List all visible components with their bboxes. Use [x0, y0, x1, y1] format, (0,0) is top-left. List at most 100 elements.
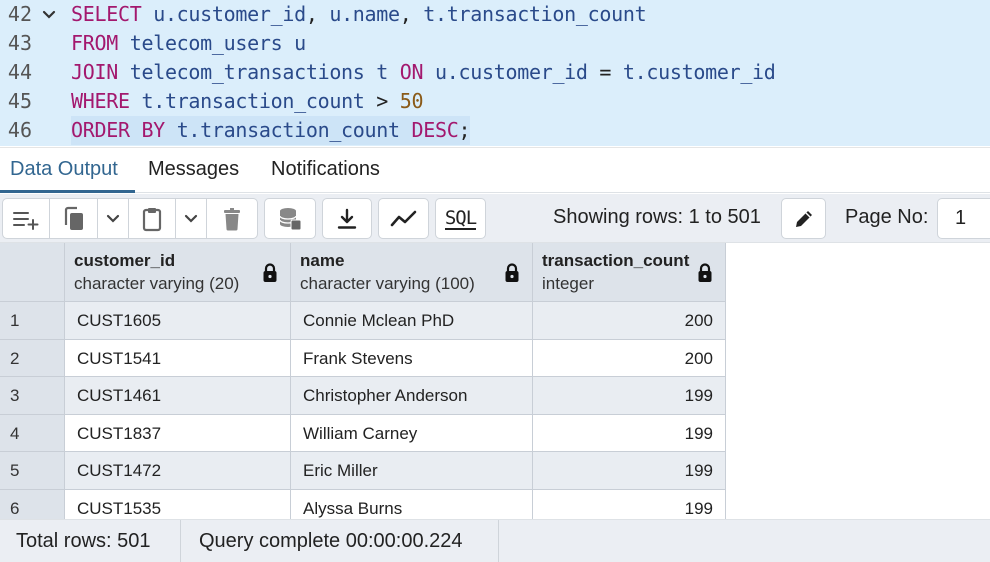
- edit-button[interactable]: [782, 199, 825, 238]
- cell-transaction-count[interactable]: 199: [533, 414, 726, 452]
- table-row[interactable]: 4 CUST1837 William Carney 199: [0, 414, 726, 452]
- cell-name[interactable]: Alyssa Burns: [291, 489, 533, 519]
- code-token: t.transaction_count: [423, 2, 647, 26]
- line-number: 42: [7, 2, 32, 26]
- save-group: [264, 198, 316, 239]
- cell-customer-id[interactable]: CUST1461: [65, 377, 291, 415]
- page-number-label: Page No:: [845, 206, 929, 228]
- row-number[interactable]: 1: [0, 302, 65, 340]
- table-row[interactable]: 2 CUST1541 Frank Stevens 200: [0, 339, 726, 377]
- copy-icon: [64, 206, 83, 230]
- code-line[interactable]: 43 FROM telecom_users u: [0, 29, 990, 58]
- column-header-transaction-count[interactable]: transaction_count integer: [533, 243, 726, 302]
- paste-button[interactable]: [129, 199, 176, 238]
- code-line[interactable]: 44 JOIN telecom_transactions t ON u.custo…: [0, 58, 990, 87]
- cell-name[interactable]: Eric Miller: [291, 452, 533, 490]
- download-group: [322, 198, 372, 239]
- code-token: WHERE: [71, 89, 130, 113]
- edit-icon: [795, 210, 812, 227]
- code-token: telecom_transactions: [129, 60, 365, 84]
- code-line[interactable]: 46 ORDER BY t.transaction_count DESC;: [0, 116, 990, 145]
- fold-chevron-icon[interactable]: [39, 0, 59, 29]
- code-line[interactable]: 42 SELECT u.customer_id, u.name, t.transa…: [0, 0, 990, 29]
- cell-customer-id[interactable]: CUST1472: [65, 452, 291, 490]
- lock-icon: [505, 263, 519, 282]
- copy-options-dropdown[interactable]: [98, 199, 129, 238]
- column-header-customer-id[interactable]: customer_id character varying (20): [65, 243, 291, 302]
- row-number[interactable]: 3: [0, 377, 65, 415]
- save-data-button[interactable]: [265, 199, 315, 238]
- cell-transaction-count[interactable]: 200: [533, 339, 726, 377]
- tab-messages[interactable]: Messages: [148, 158, 239, 181]
- cell-name[interactable]: Christopher Anderson: [291, 377, 533, 415]
- results-tabs: Data Output Messages Notifications: [0, 147, 990, 193]
- column-type: character varying (100): [300, 274, 475, 293]
- copy-button[interactable]: [50, 199, 98, 238]
- table-row[interactable]: 6 CUST1535 Alyssa Burns 199: [0, 489, 726, 519]
- status-bar: Total rows: 501 Query complete 00:00:00.…: [0, 519, 990, 562]
- code-token: ON: [399, 60, 424, 84]
- code-text: JOIN telecom_transactions t ON u.custome…: [71, 58, 776, 87]
- cell-transaction-count[interactable]: 199: [533, 489, 726, 519]
- cell-customer-id[interactable]: CUST1535: [65, 489, 291, 519]
- code-token: telecom_users: [129, 31, 283, 55]
- code-token: t.transaction_count: [141, 89, 365, 113]
- code-text: WHERE t.transaction_count > 50: [71, 87, 424, 116]
- edit-group: [781, 198, 826, 239]
- sql-button[interactable]: SQL: [436, 199, 485, 238]
- row-number[interactable]: 5: [0, 452, 65, 490]
- download-icon: [337, 208, 357, 229]
- code-token: t: [376, 60, 389, 84]
- row-number[interactable]: 6: [0, 489, 65, 519]
- table-row[interactable]: 5 CUST1472 Eric Miller 199: [0, 452, 726, 490]
- delete-row-button[interactable]: [207, 199, 257, 238]
- sql-editor[interactable]: 42 SELECT u.customer_id, u.name, t.transa…: [0, 0, 990, 146]
- table-row[interactable]: 3 CUST1461 Christopher Anderson 199: [0, 377, 726, 415]
- code-token: ;: [458, 118, 471, 142]
- code-line[interactable]: 45 WHERE t.transaction_count > 50: [0, 87, 990, 116]
- code-token: t.transaction_count: [176, 118, 400, 142]
- cell-name[interactable]: William Carney: [291, 414, 533, 452]
- rows-info-text: Showing rows: 1 to 501: [553, 206, 761, 228]
- row-number[interactable]: 4: [0, 414, 65, 452]
- table-row[interactable]: 1 CUST1605 Connie Mclean PhD 200: [0, 302, 726, 340]
- code-token: u.customer_id: [435, 60, 588, 84]
- line-number: 46: [7, 118, 32, 142]
- cell-customer-id[interactable]: CUST1837: [65, 414, 291, 452]
- graph-visualiser-button[interactable]: [379, 199, 428, 238]
- column-header-name[interactable]: name character varying (100): [291, 243, 533, 302]
- paste-options-dropdown[interactable]: [176, 199, 207, 238]
- column-name: name: [300, 251, 345, 270]
- cell-name[interactable]: Connie Mclean PhD: [291, 302, 533, 340]
- code-token: JOIN: [71, 60, 118, 84]
- row-number[interactable]: 2: [0, 339, 65, 377]
- cell-transaction-count[interactable]: 200: [533, 302, 726, 340]
- code-text: FROM telecom_users u: [71, 29, 306, 58]
- cell-name[interactable]: Frank Stevens: [291, 339, 533, 377]
- page-number-input[interactable]: 1: [937, 198, 990, 239]
- grid-corner-cell[interactable]: [0, 243, 65, 302]
- cell-customer-id[interactable]: CUST1605: [65, 302, 291, 340]
- code-token: u.customer_id: [153, 2, 306, 26]
- delete-icon: [224, 207, 240, 230]
- chevron-down-icon: [106, 214, 120, 223]
- column-name: customer_id: [74, 251, 176, 270]
- tab-data-output[interactable]: Data Output: [10, 158, 118, 181]
- tab-notifications[interactable]: Notifications: [271, 158, 380, 181]
- sql-group: SQL: [435, 198, 486, 239]
- save-data-icon: [279, 207, 302, 230]
- graph-icon: [390, 210, 416, 226]
- download-button[interactable]: [323, 199, 371, 238]
- cell-transaction-count[interactable]: 199: [533, 452, 726, 490]
- add-row-button[interactable]: [3, 199, 50, 238]
- line-number: 45: [7, 89, 32, 113]
- active-tab-indicator: [0, 190, 135, 193]
- cell-customer-id[interactable]: CUST1541: [65, 339, 291, 377]
- chevron-down-icon: [184, 214, 198, 223]
- cell-transaction-count[interactable]: 199: [533, 377, 726, 415]
- line-number: 44: [7, 60, 32, 84]
